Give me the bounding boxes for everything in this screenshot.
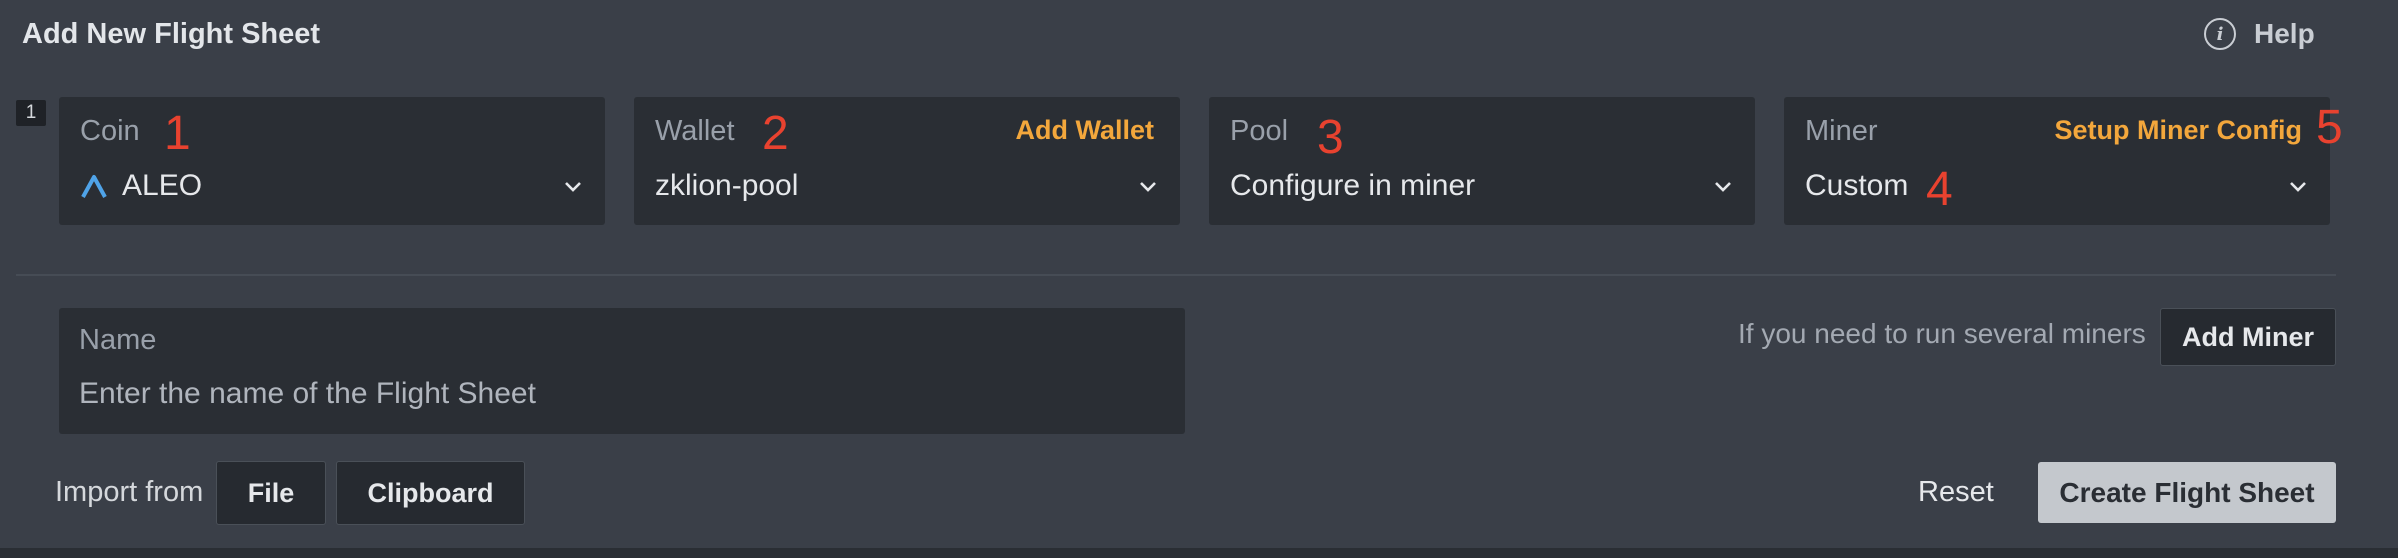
- pool-value: Configure in miner: [1230, 169, 1476, 202]
- wallet-label: Wallet: [655, 115, 735, 147]
- create-flight-sheet-button[interactable]: Create Flight Sheet: [2038, 462, 2336, 523]
- info-icon: i: [2204, 18, 2236, 50]
- annotation-marker: 5: [2316, 101, 2343, 154]
- setup-miner-config-link[interactable]: Setup Miner Config: [2055, 115, 2302, 146]
- wallet-value: zklion-pool: [655, 169, 799, 202]
- annotation-marker: 1: [164, 107, 191, 160]
- reset-button[interactable]: Reset: [1918, 476, 1994, 509]
- annotation-marker: 3: [1317, 111, 1344, 164]
- pool-label: Pool: [1230, 115, 1289, 147]
- help-label: Help: [2254, 18, 2315, 49]
- flight-sheet-panel: Add New Flight Sheet i Help 1 Coin ALEO …: [0, 0, 2398, 548]
- add-wallet-link[interactable]: Add Wallet: [1016, 115, 1155, 146]
- chevron-down-icon: [1715, 182, 1731, 192]
- import-file-button[interactable]: File: [216, 461, 326, 525]
- chevron-down-icon: [1140, 182, 1156, 192]
- pool-select[interactable]: Pool Configure in miner: [1209, 97, 1755, 225]
- name-label: Name: [79, 324, 157, 356]
- miner-label: Miner: [1805, 115, 1878, 147]
- bottom-border: [0, 548, 2398, 558]
- add-miner-button[interactable]: Add Miner: [2160, 308, 2336, 366]
- annotation-marker: 4: [1926, 163, 1953, 216]
- add-miner-hint: If you need to run several miners: [1738, 318, 2146, 349]
- chevron-down-icon: [565, 182, 581, 192]
- import-clipboard-button[interactable]: Clipboard: [336, 461, 525, 525]
- aleo-logo-icon: [81, 175, 107, 198]
- row-number-badge: 1: [16, 100, 46, 126]
- help-button[interactable]: i Help: [2204, 18, 2315, 50]
- miner-value: Custom: [1805, 169, 1909, 202]
- coin-label: Coin: [80, 115, 140, 147]
- divider: [16, 274, 2336, 276]
- page-title: Add New Flight Sheet: [22, 18, 321, 50]
- coin-value: ALEO: [122, 169, 203, 202]
- annotation-marker: 2: [762, 107, 789, 160]
- chevron-down-icon: [2290, 182, 2306, 192]
- coin-select[interactable]: Coin ALEO: [59, 97, 605, 225]
- wallet-select[interactable]: Wallet Add Wallet zklion-pool: [634, 97, 1180, 225]
- import-label: Import from: [55, 476, 204, 508]
- name-input[interactable]: [79, 372, 1159, 416]
- miner-select[interactable]: Miner Setup Miner Config Custom: [1784, 97, 2330, 225]
- name-field: Name: [59, 308, 1185, 434]
